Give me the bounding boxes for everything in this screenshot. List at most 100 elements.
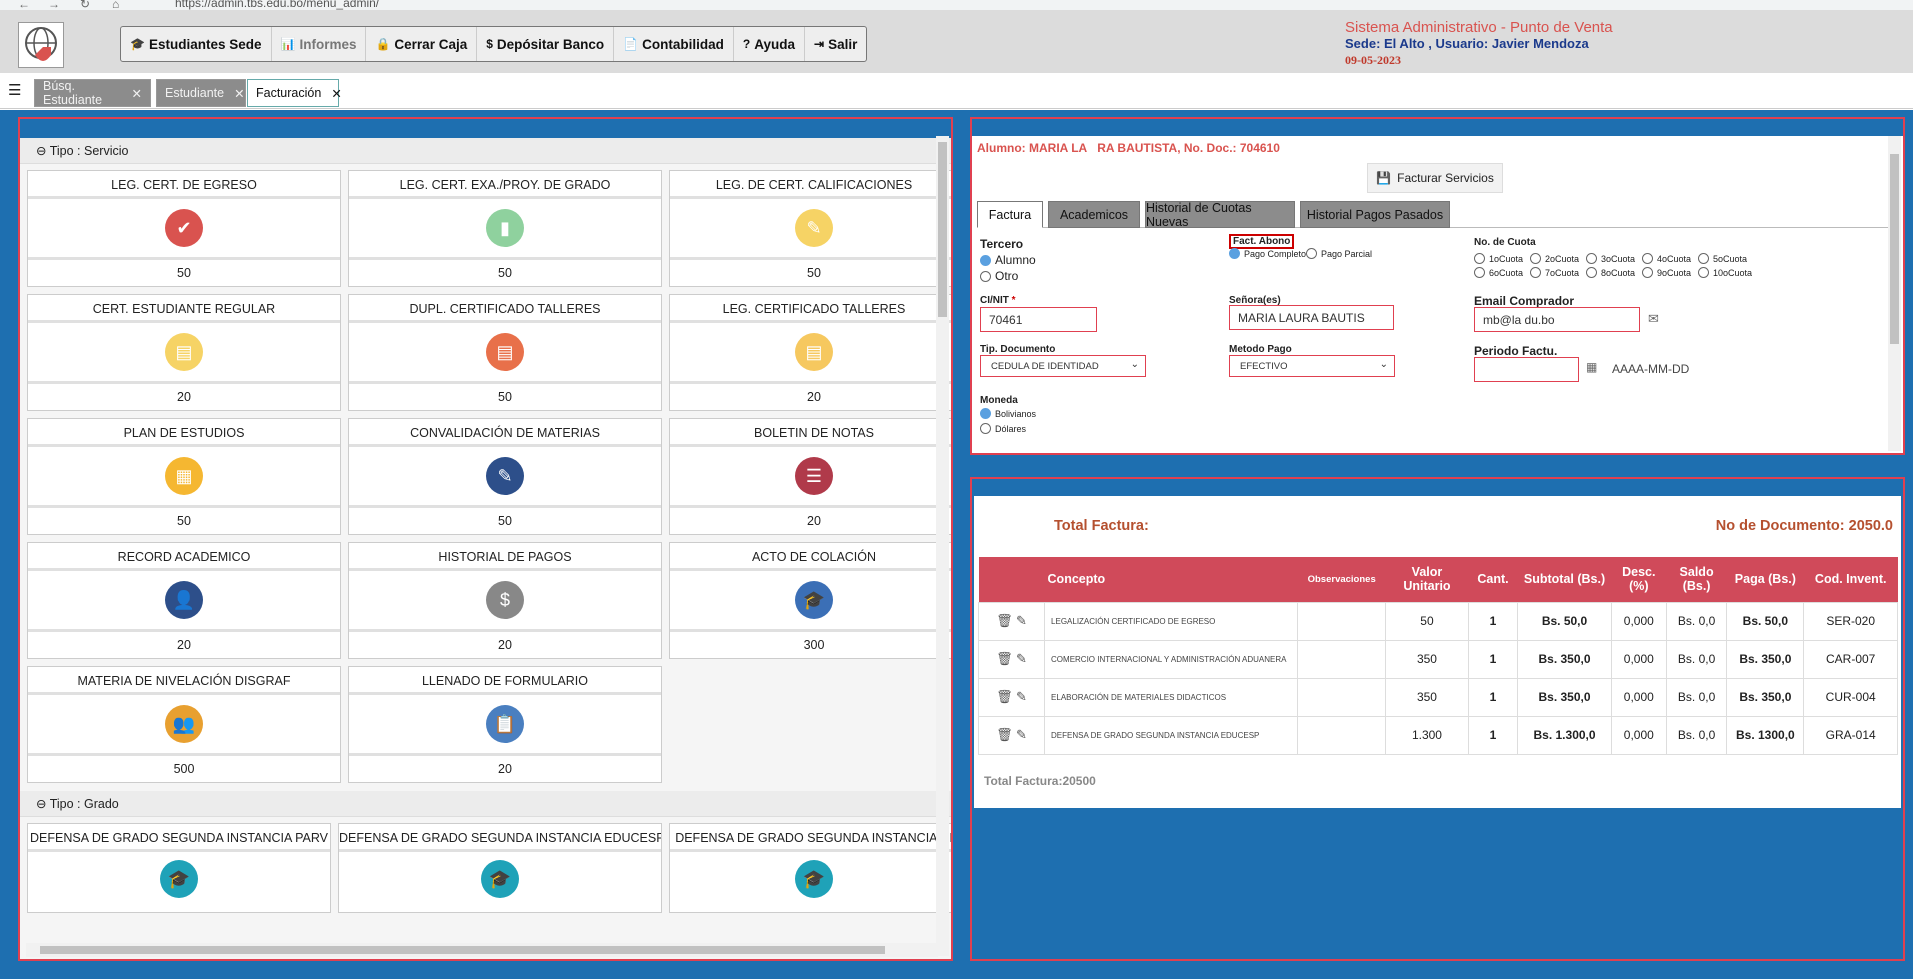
service-price: 50 xyxy=(498,514,512,528)
radio-cuota[interactable]: 3oCuota xyxy=(1586,253,1642,264)
service-card[interactable]: DUPL. CERTIFICADO TALLERES ▤ 50 xyxy=(348,294,662,411)
section-servicio[interactable]: ⊖ Tipo : Servicio xyxy=(20,138,951,164)
radio-cuota[interactable]: 2oCuota xyxy=(1530,253,1586,264)
menu-informes[interactable]: 📊 Informes xyxy=(272,27,367,61)
tab-estudiante[interactable]: Estudiante ✕ xyxy=(156,79,246,107)
radio-dolares[interactable]: Dólares xyxy=(980,423,1026,434)
cell-desc: 0,000 xyxy=(1610,639,1667,679)
radio-cuota[interactable]: 7oCuota xyxy=(1530,267,1586,278)
tab-busq-estudiante[interactable]: Búsq. Estudiante ✕ xyxy=(34,79,151,107)
menu-cerrar-caja[interactable]: 🔒 Cerrar Caja xyxy=(366,27,478,61)
close-icon[interactable]: ✕ xyxy=(234,86,244,101)
hamburger-icon[interactable]: ☰ xyxy=(8,81,21,99)
envelope-icon[interactable]: ✉ xyxy=(1648,311,1659,327)
menu-estudiantes-sede[interactable]: 🎓 Estudiantes Sede xyxy=(121,27,272,61)
service-card[interactable]: RECORD ACADEMICO 👤 20 xyxy=(27,542,341,659)
periodo-input[interactable] xyxy=(1474,357,1579,382)
radio-pago-completo[interactable]: Pago Completo xyxy=(1229,248,1306,259)
grado-grid: DEFENSA DE GRADO SEGUNDA INSTANCIA PARV 🎓… xyxy=(20,817,951,919)
service-card[interactable]: HISTORIAL DE PAGOS $20 xyxy=(348,542,662,659)
home-icon[interactable]: ⌂ xyxy=(112,0,119,10)
radio-cuota[interactable]: 6oCuota xyxy=(1474,267,1530,278)
service-card[interactable]: CONVALIDACIÓN DE MATERIAS ✎ 50 xyxy=(348,418,662,535)
service-card[interactable]: LEG. CERT. DE EGRESO ✔ 50 xyxy=(27,170,341,287)
trash-icon[interactable]: 🗑 xyxy=(996,689,1013,704)
service-card[interactable]: ACTO DE COLACIÓN 🎓 300 xyxy=(669,542,951,659)
services-panel: ⊖ Tipo : Servicio LEG. CERT. DE EGRESO ✔ 5… xyxy=(18,117,953,961)
facturar-servicios-button[interactable]: 💾 Facturar Servicios xyxy=(1367,163,1503,193)
email-input[interactable]: mb@la du.bo xyxy=(1474,307,1640,332)
radio-alumno[interactable]: Alumno xyxy=(980,253,1036,267)
menu-contabilidad[interactable]: 📄 Contabilidad xyxy=(614,27,734,61)
tipdoc-select[interactable]: CEDULA DE IDENTIDAD ⌄ xyxy=(980,355,1146,377)
address-bar[interactable]: https://admin.tbs.edu.bo/menu_admin/ xyxy=(175,0,379,10)
close-icon[interactable]: ✕ xyxy=(331,86,341,101)
service-card[interactable]: PLAN DE ESTUDIOS ▦ 50 xyxy=(27,418,341,535)
service-card[interactable]: LEG. CERT. EXA./PROY. DE GRADO ▮ 50 xyxy=(348,170,662,287)
edit-icon[interactable]: ✎ xyxy=(1016,689,1027,704)
section-grado[interactable]: ⊖ Tipo : Grado xyxy=(20,791,951,817)
ci-nit-input[interactable]: 70461 xyxy=(980,307,1097,332)
main-menu: 🎓 Estudiantes Sede 📊 Informes 🔒 Cerrar Caja $ D… xyxy=(120,26,868,62)
grado-card[interactable]: DEFENSA DE GRADO SEGUNDA INSTANCIA EDUCE… xyxy=(338,823,662,913)
service-card[interactable]: LEG. CERTIFICADO TALLERES ▤ 20 xyxy=(669,294,951,411)
senor-input[interactable]: MARIA LAURA BAUTIS xyxy=(1229,305,1394,330)
trash-icon[interactable]: 🗑 xyxy=(996,651,1013,666)
radio-cuota[interactable]: 1oCuota xyxy=(1474,253,1530,264)
service-title: LLENADO DE FORMULARIO xyxy=(349,667,661,695)
service-card[interactable]: CERT. ESTUDIANTE REGULAR ▤ 20 xyxy=(27,294,341,411)
tab-factura[interactable]: Factura xyxy=(977,201,1043,228)
column-header: Cod. Invent. xyxy=(1803,557,1898,602)
cell-subtotal: Bs. 50,0 xyxy=(1517,601,1612,641)
grado-card[interactable]: DEFENSA DE GRADO SEGUNDA INSTANCIA PARV 🎓 xyxy=(27,823,331,913)
grado-card[interactable]: DEFENSA DE GRADO SEGUNDA INSTANCIA DI 🎓 xyxy=(669,823,951,913)
service-card[interactable]: LLENADO DE FORMULARIO 📋 20 xyxy=(348,666,662,783)
radio-cuota[interactable]: 8oCuota xyxy=(1586,267,1642,278)
radio-cuota[interactable]: 9oCuota xyxy=(1642,267,1698,278)
service-title: CERT. ESTUDIANTE REGULAR xyxy=(28,295,340,323)
service-price: 20 xyxy=(498,638,512,652)
calendar-icon[interactable]: ▦ xyxy=(1586,360,1597,374)
service-card[interactable]: LEG. DE CERT. CALIFICACIONES ✎ 50 xyxy=(669,170,951,287)
menu-ayuda[interactable]: ? Ayuda xyxy=(734,27,805,61)
service-title: LEG. CERTIFICADO TALLERES xyxy=(670,295,951,323)
vertical-scrollbar[interactable] xyxy=(936,136,949,956)
reload-icon[interactable]: ↻ xyxy=(80,0,90,10)
clipboard-list-icon: ☰ xyxy=(795,457,833,495)
metodo-select[interactable]: EFECTIVO ⌄ xyxy=(1229,355,1395,377)
notebook-pen-icon: ✎ xyxy=(486,457,524,495)
close-icon[interactable]: ✕ xyxy=(132,86,142,101)
tab-historial-cuotas[interactable]: Historial de Cuotas Nuevas xyxy=(1145,201,1295,229)
edit-icon[interactable]: ✎ xyxy=(1016,613,1027,628)
form-scrollbar[interactable] xyxy=(1888,136,1901,451)
radio-pago-parcial[interactable]: Pago Parcial xyxy=(1306,248,1372,259)
service-card[interactable]: BOLETIN DE NOTAS ☰ 20 xyxy=(669,418,951,535)
service-card[interactable]: MATERIA DE NIVELACIÓN DISGRAF 👥 500 xyxy=(27,666,341,783)
back-icon[interactable]: ← xyxy=(18,0,30,10)
tab-historial-pagos[interactable]: Historial Pagos Pasados xyxy=(1300,201,1450,228)
radio-otro[interactable]: Otro xyxy=(980,269,1018,283)
menu-salir[interactable]: ⇥ Salir xyxy=(805,27,866,61)
radio-cuota[interactable]: 4oCuota xyxy=(1642,253,1698,264)
edit-icon[interactable]: ✎ xyxy=(1016,651,1027,666)
tab-facturacion[interactable]: Facturación ✕ xyxy=(247,79,342,107)
forward-icon[interactable]: → xyxy=(48,0,60,10)
cell-subtotal: Bs. 350,0 xyxy=(1517,677,1612,717)
horizontal-scrollbar[interactable] xyxy=(26,943,938,957)
edit-icon[interactable]: ✎ xyxy=(1016,727,1027,742)
service-price: 20 xyxy=(807,390,821,404)
service-title: MATERIA DE NIVELACIÓN DISGRAF xyxy=(28,667,340,695)
radio-bolivianos[interactable]: Bolivianos xyxy=(980,408,1036,419)
browser-chrome: ← → ↻ ⌂ https://admin.tbs.edu.bo/menu_ad… xyxy=(0,0,1913,10)
service-title: LEG. DE CERT. CALIFICACIONES xyxy=(670,171,951,199)
service-price: 50 xyxy=(498,390,512,404)
radio-cuota[interactable]: 5oCuota xyxy=(1698,253,1754,264)
cell-concepto: DEFENSA DE GRADO SEGUNDA INSTANCIA EDUCE… xyxy=(1044,715,1299,755)
student-info: Alumno: MARIA LA RA BAUTISTA, No. Doc.: … xyxy=(977,141,1280,155)
menu-dep-sitar-banco[interactable]: $ Depósitar Banco xyxy=(477,27,615,61)
radio-cuota[interactable]: 10oCuota xyxy=(1698,267,1754,278)
tab-academicos[interactable]: Academicos xyxy=(1048,201,1140,228)
trash-icon[interactable]: 🗑 xyxy=(996,613,1013,628)
certificate-icon: ▤ xyxy=(795,333,833,371)
trash-icon[interactable]: 🗑 xyxy=(996,727,1013,742)
